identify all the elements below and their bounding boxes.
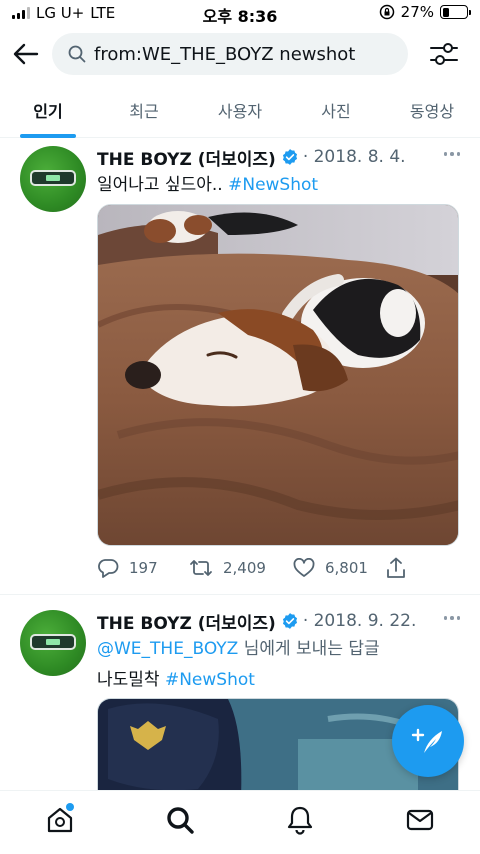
reply-icon xyxy=(98,559,119,578)
verified-badge-icon xyxy=(282,149,297,165)
reply-button[interactable]: 197 xyxy=(97,558,189,578)
rotation-lock-icon xyxy=(379,4,394,20)
tweet-divider xyxy=(0,594,480,595)
verified-badge-icon xyxy=(282,613,297,629)
more-options-icon[interactable] xyxy=(436,146,460,162)
search-input[interactable]: from:WE_THE_BOYZ newshot xyxy=(52,33,408,75)
tab-latest[interactable]: 최근 xyxy=(96,86,192,137)
hashtag-link[interactable]: #NewShot xyxy=(228,175,318,195)
battery-icon xyxy=(440,5,471,19)
messages-icon xyxy=(406,809,434,830)
back-arrow-icon xyxy=(13,43,39,65)
search-icon xyxy=(167,806,194,834)
nav-search[interactable] xyxy=(120,791,240,854)
tweet-text: 일어나고 싶드아.. #NewShot xyxy=(97,170,318,195)
bottom-navigation xyxy=(0,790,480,854)
reply-context: @WE_THE_BOYZ 님에게 보내는 답글 xyxy=(97,634,380,659)
back-button[interactable] xyxy=(10,38,42,70)
tweet-header: THE BOYZ (더보이즈) · 2018. 8. 4. xyxy=(97,145,460,170)
retweet-count: 2,409 xyxy=(223,559,266,577)
tweet-date: · 2018. 8. 4. xyxy=(302,147,406,167)
tab-videos[interactable]: 동영상 xyxy=(384,86,480,137)
battery-level xyxy=(442,7,449,17)
status-bar: LG U+ LTE 오후 8:36 27% xyxy=(0,0,480,26)
tweet-actions: 197 2,409 6,801 xyxy=(97,556,417,580)
search-header: from:WE_THE_BOYZ newshot xyxy=(0,30,480,78)
avatar[interactable] xyxy=(20,610,86,676)
search-icon xyxy=(68,45,86,63)
search-tabs: 인기 최근 사용자 사진 동영상 xyxy=(0,86,480,138)
share-icon xyxy=(387,557,405,578)
reply-context-suffix: 님에게 보내는 답글 xyxy=(238,639,380,659)
search-filter-button[interactable] xyxy=(426,38,462,70)
tweet-body: 나도밀착 xyxy=(97,670,165,690)
hashtag-link[interactable]: #NewShot xyxy=(165,670,255,690)
dog-photo-image xyxy=(98,205,458,545)
tab-top[interactable]: 인기 xyxy=(0,86,96,137)
tab-people[interactable]: 사용자 xyxy=(192,86,288,137)
retweet-icon xyxy=(190,560,212,576)
tweet-body: 일어나고 싶드아.. xyxy=(97,175,229,195)
compose-tweet-button[interactable] xyxy=(392,705,464,777)
reply-count: 197 xyxy=(129,559,158,577)
tweet-media-photo[interactable] xyxy=(97,204,459,546)
battery-info: 27% xyxy=(379,3,471,21)
share-button[interactable] xyxy=(385,557,407,579)
author-name[interactable]: THE BOYZ (더보이즈) xyxy=(97,145,276,170)
new-content-dot xyxy=(66,803,74,811)
retweet-button[interactable]: 2,409 xyxy=(189,558,293,578)
notifications-bell-icon xyxy=(287,806,313,835)
nav-messages[interactable] xyxy=(360,791,480,854)
more-options-icon[interactable] xyxy=(436,610,460,626)
like-heart-icon xyxy=(293,558,315,577)
like-button[interactable]: 6,801 xyxy=(293,558,385,578)
filter-sliders-icon xyxy=(430,43,458,65)
tweet-text: 나도밀착 #NewShot xyxy=(97,665,255,690)
tweet[interactable]: THE BOYZ (더보이즈) · 2018. 8. 4. 일어나고 싶드아..… xyxy=(0,140,480,592)
battery-percent: 27% xyxy=(400,3,434,21)
mention-link[interactable]: @WE_THE_BOYZ xyxy=(97,639,238,659)
avatar[interactable] xyxy=(20,146,86,212)
search-query: from:WE_THE_BOYZ newshot xyxy=(94,43,356,65)
tab-photos[interactable]: 사진 xyxy=(288,86,384,137)
nav-home[interactable] xyxy=(0,791,120,854)
nav-notifications[interactable] xyxy=(240,791,360,854)
compose-feather-icon xyxy=(411,728,442,753)
like-count: 6,801 xyxy=(325,559,368,577)
tweet-date: · 2018. 9. 22. xyxy=(302,611,417,631)
author-name[interactable]: THE BOYZ (더보이즈) xyxy=(97,609,276,634)
tweet-header: THE BOYZ (더보이즈) · 2018. 9. 22. xyxy=(97,609,460,634)
